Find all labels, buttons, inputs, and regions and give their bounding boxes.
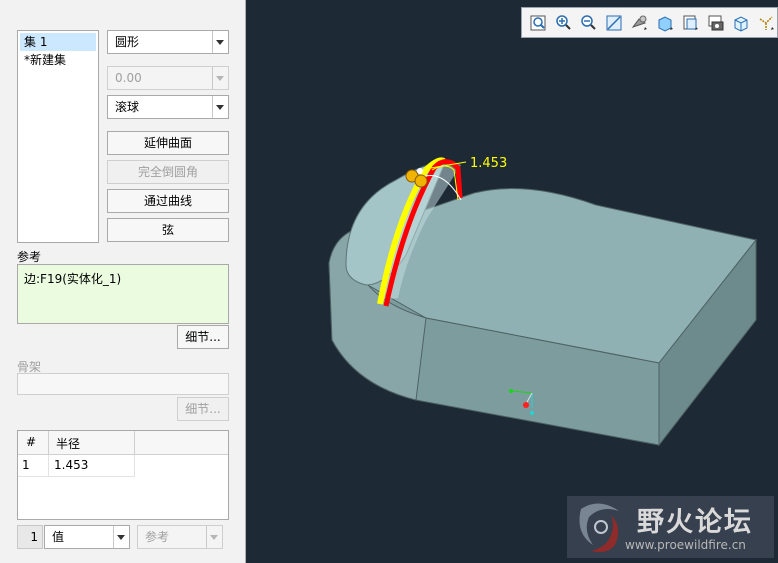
table-header: # 半径 <box>18 431 228 455</box>
combo-value: 值 <box>52 530 65 544</box>
column-divider <box>48 455 49 476</box>
spin-center-icon[interactable] <box>629 13 649 33</box>
combo-value: 参考 <box>145 530 170 544</box>
skeleton-details-button: 细节... <box>177 397 229 421</box>
graphics-toolbar <box>521 7 778 38</box>
chevron-down-icon <box>206 526 222 548</box>
references-collector[interactable]: 边:F19(实体化_1) <box>17 264 229 324</box>
watermark: 野火论坛 www.proewildfire.cn <box>567 496 774 558</box>
csys-axis-end <box>530 411 534 415</box>
radius-value-type-combo[interactable]: 值 <box>44 525 130 549</box>
column-divider <box>48 431 49 454</box>
set-item-1[interactable]: 集 1 <box>20 33 96 51</box>
combo-value: 圆形 <box>115 35 140 49</box>
column-divider <box>134 431 135 454</box>
radius-value[interactable]: 1.453 <box>54 458 88 472</box>
view-manager-icon[interactable] <box>731 13 751 33</box>
table-row[interactable]: 1 1.453 <box>18 455 135 477</box>
repaint-icon[interactable] <box>604 13 624 33</box>
extend-surface-button[interactable]: 延伸曲面 <box>107 131 229 155</box>
through-curve-button[interactable]: 通过曲线 <box>107 189 229 213</box>
drag-handle[interactable] <box>414 174 428 188</box>
watermark-url: www.proewildfire.cn <box>625 538 746 552</box>
radius-table[interactable]: # 半径 1 1.453 <box>17 430 229 520</box>
column-divider <box>134 455 135 476</box>
chevron-down-icon[interactable] <box>113 526 129 548</box>
radius-reference-combo: 参考 <box>137 525 223 549</box>
csys-axis-end <box>509 389 513 393</box>
sets-list[interactable]: 集 1 *新建集 <box>17 30 99 243</box>
new-set-item[interactable]: *新建集 <box>20 51 96 69</box>
radius-dimension-label[interactable]: 1.453 <box>470 156 507 171</box>
zoom-fit-icon[interactable] <box>528 13 548 33</box>
zoom-in-icon[interactable] <box>553 13 573 33</box>
chevron-down-icon[interactable] <box>212 96 228 118</box>
watermark-title: 野火论坛 <box>637 507 753 538</box>
cross-section-shape-combo[interactable]: 圆形 <box>107 30 229 54</box>
watermark-logo-icon <box>579 503 619 553</box>
references-details-button[interactable]: 细节... <box>177 325 229 349</box>
row-index: 1 <box>22 458 30 472</box>
layers-icon[interactable] <box>706 13 726 33</box>
zoom-out-icon[interactable] <box>578 13 598 33</box>
column-header-index: # <box>26 435 37 449</box>
datum-display-icon[interactable] <box>756 13 776 33</box>
combo-value: 滚球 <box>115 100 140 114</box>
skeleton-collector <box>17 373 229 395</box>
graphics-viewport[interactable]: 1.453 <box>246 0 778 563</box>
model-3d <box>328 157 757 447</box>
creation-method-combo[interactable]: 滚球 <box>107 95 229 119</box>
column-header-radius: 半径 <box>56 437 81 451</box>
saved-views-icon[interactable] <box>680 13 700 33</box>
round-dashboard-panel: 集 1 *新建集 圆形 0.00 滚球 延伸曲面 完全倒圆角 通过曲线 弦 参考… <box>0 0 246 563</box>
chevron-down-icon <box>212 67 228 89</box>
conic-value-combo: 0.00 <box>107 66 229 90</box>
csys-origin-icon <box>523 402 529 408</box>
chevron-down-icon[interactable] <box>212 31 228 53</box>
reference-edge-item[interactable]: 边:F19(实体化_1) <box>24 270 121 287</box>
combo-value: 0.00 <box>115 71 142 85</box>
drag-handle-center <box>417 168 423 174</box>
chord-button[interactable]: 弦 <box>107 218 229 242</box>
display-style-icon[interactable] <box>655 13 675 33</box>
full-round-button: 完全倒圆角 <box>107 160 229 184</box>
radius-index-label: 1 <box>17 525 43 549</box>
references-label: 参考 <box>17 250 42 264</box>
